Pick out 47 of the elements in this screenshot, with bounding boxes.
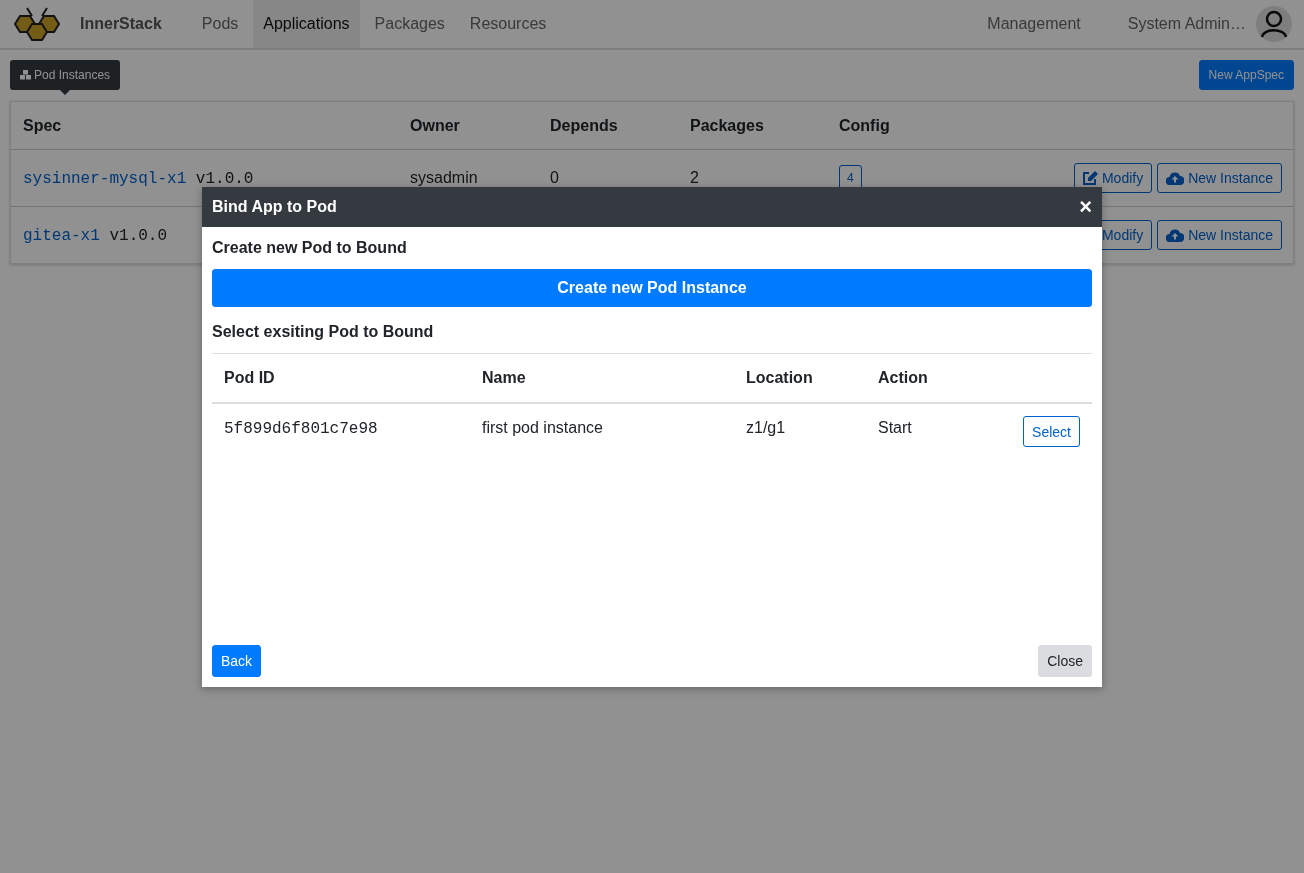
table-cell: sysadmin <box>410 169 478 186</box>
column-header: Location <box>746 369 814 387</box>
table-cell: z1/g1 <box>746 419 786 436</box>
table-cell: first pod instance <box>482 419 603 436</box>
table-cell: Start <box>878 419 912 436</box>
close-dialog-button[interactable]: Close <box>1038 645 1092 677</box>
cubes-icon <box>20 70 31 80</box>
column-header: Config <box>839 116 891 135</box>
table-cell: 2 <box>690 169 699 186</box>
spec-link[interactable]: gitea-x1 <box>23 226 100 245</box>
version-text: v1.0.0 <box>109 226 168 245</box>
management-link[interactable]: Management <box>977 0 1091 48</box>
spec-link[interactable]: sysinner-mysql-x1 <box>23 169 187 188</box>
create-pod-button[interactable]: Create new Pod Instance <box>212 269 1092 307</box>
brand-name: InnerStack <box>80 15 162 33</box>
section-heading: Select exsiting Pod to Bound <box>212 322 435 342</box>
close-button[interactable]: × <box>1079 194 1092 220</box>
table-cell: 0 <box>550 169 559 186</box>
user-avatar-icon[interactable] <box>1256 6 1292 42</box>
nav-link[interactable]: Pods <box>191 0 249 48</box>
column-header: Owner <box>410 116 461 135</box>
column-header: Packages <box>690 116 765 135</box>
back-button[interactable]: Back <box>212 645 262 677</box>
nav-link[interactable]: Packages <box>364 0 455 48</box>
modify-button[interactable]: Modify <box>1073 163 1153 193</box>
nav-link[interactable]: Applications <box>253 0 360 48</box>
cloud-upload-icon <box>1166 171 1185 185</box>
pod-id-cell: 5f899d6f801c7e98 <box>224 420 378 438</box>
dialog-title: Bind App to Pod <box>212 198 337 216</box>
user-menu[interactable]: System Admin… <box>1117 0 1256 48</box>
honeycomb-logo-icon <box>12 6 62 42</box>
column-header: Pod ID <box>224 369 276 387</box>
new-appspec-button[interactable]: New AppSpec <box>1198 60 1294 90</box>
edit-icon <box>1082 171 1098 185</box>
nav-link[interactable]: Resources <box>459 0 557 48</box>
new-instance-button[interactable]: New Instance <box>1157 163 1282 193</box>
tooltip-arrow <box>60 90 70 95</box>
section-heading: Create new Pod to Bound <box>212 238 408 258</box>
column-header: Depends <box>550 116 619 135</box>
column-header: Name <box>482 369 527 387</box>
new-instance-button[interactable]: New Instance <box>1157 220 1282 250</box>
version-text: v1.0.0 <box>195 169 254 188</box>
cloud-upload-icon <box>1166 228 1185 242</box>
select-button[interactable]: Select <box>1023 416 1080 447</box>
column-header: Action <box>878 369 929 387</box>
column-header: Spec <box>23 116 63 135</box>
pod-instances-button[interactable]: Pod Instances <box>10 60 121 90</box>
